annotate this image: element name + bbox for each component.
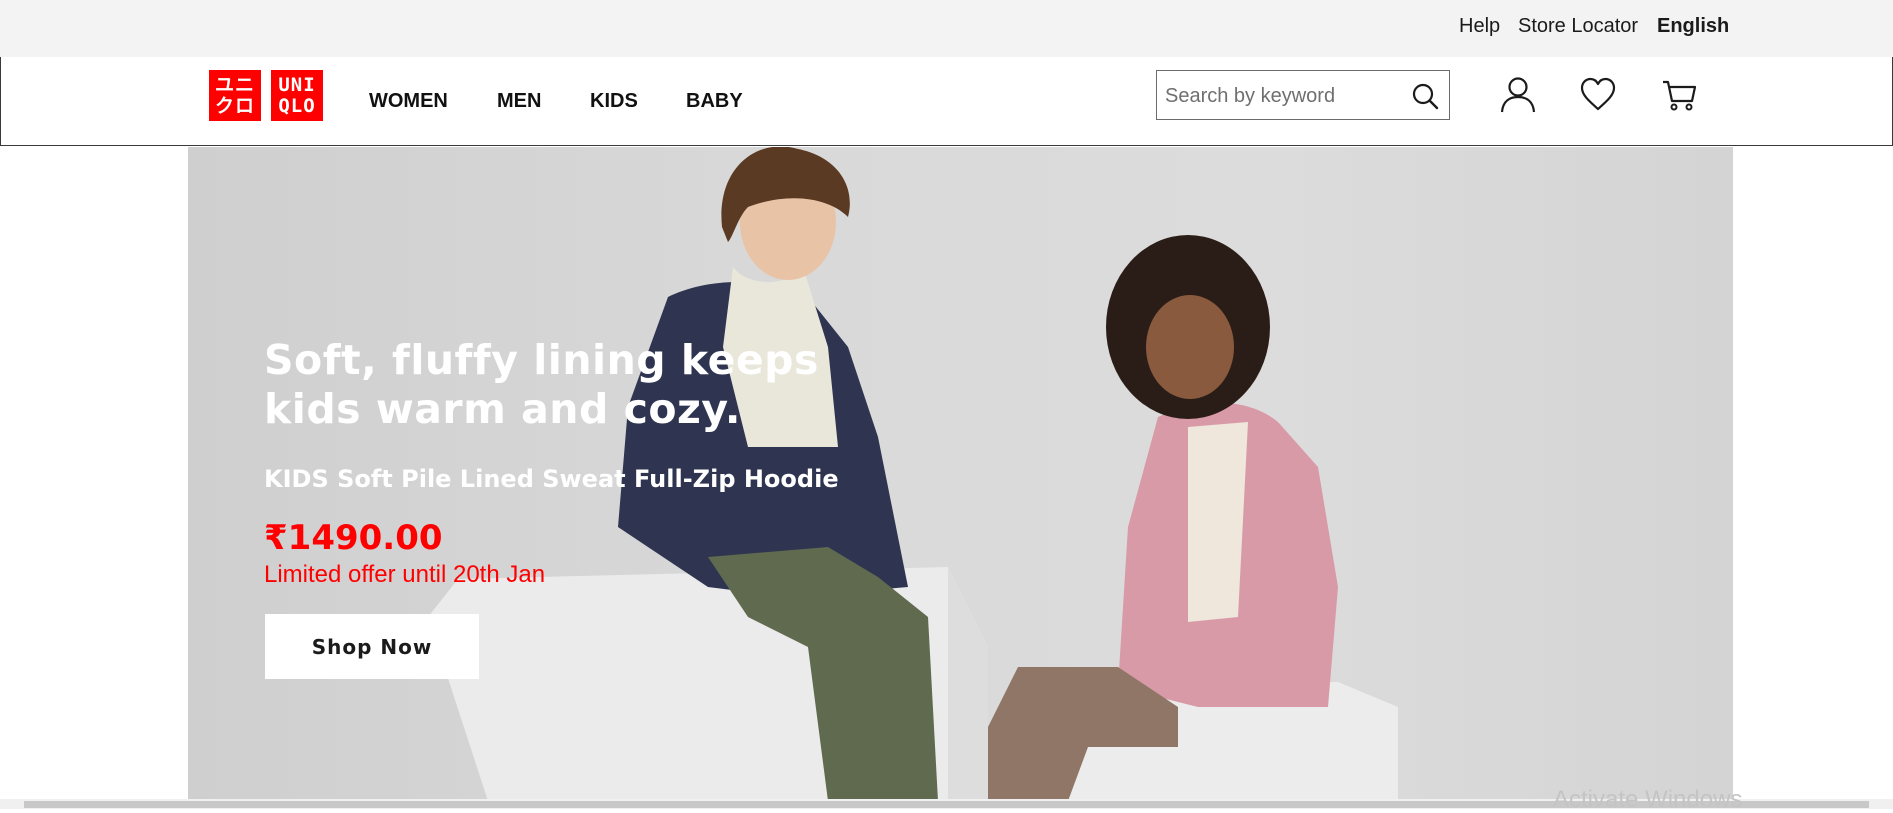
cart-icon[interactable] xyxy=(1661,76,1699,114)
girl-face xyxy=(1146,295,1234,399)
utility-bar: Help Store Locator English xyxy=(0,0,1893,57)
product-name: KIDS Soft Pile Lined Sweat Full-Zip Hood… xyxy=(264,465,839,493)
activate-windows-watermark: Activate Windows xyxy=(1553,786,1743,813)
uniqlo-logo-katakana[interactable]: ユニ クロ xyxy=(209,70,261,121)
logo-text-top: UNI xyxy=(278,74,316,96)
help-link[interactable]: Help xyxy=(1459,14,1500,38)
logo-katakana-top: ユニ xyxy=(214,74,255,96)
product-price: ₹1490.00 xyxy=(264,518,443,558)
account-icon[interactable] xyxy=(1499,76,1537,114)
store-locator-link[interactable]: Store Locator xyxy=(1518,14,1638,38)
hero-banner[interactable]: Soft, fluffy lining keeps kids warm and … xyxy=(188,147,1733,801)
nav-baby[interactable]: BABY xyxy=(686,89,743,113)
white-cube-left-side xyxy=(948,567,988,801)
logo-text-bottom: QLO xyxy=(278,95,316,117)
nav-women[interactable]: WOMEN xyxy=(369,89,448,113)
hero-headline: Soft, fluffy lining keeps kids warm and … xyxy=(264,336,819,433)
nav-men[interactable]: MEN xyxy=(497,89,541,113)
limited-offer-text: Limited offer until 20th Jan xyxy=(264,561,546,588)
nav-kids[interactable]: KIDS xyxy=(590,89,638,113)
shop-now-button[interactable]: Shop Now xyxy=(265,614,479,679)
logo-katakana-bottom: クロ xyxy=(214,95,255,117)
search-icon[interactable] xyxy=(1411,82,1439,110)
search-input[interactable] xyxy=(1163,79,1407,113)
wishlist-heart-icon[interactable] xyxy=(1579,76,1617,114)
uniqlo-logo[interactable]: UNI QLO xyxy=(271,70,323,121)
language-selector[interactable]: English xyxy=(1657,14,1729,38)
search-box xyxy=(1156,70,1450,120)
girl-sweater xyxy=(1188,422,1248,622)
